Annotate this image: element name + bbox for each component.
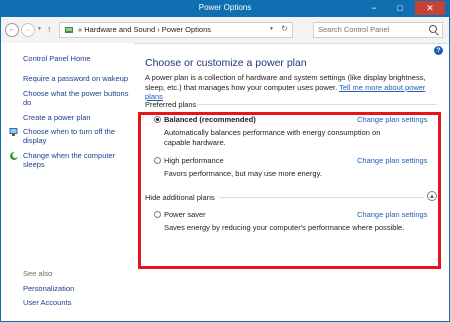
page-title: Choose or customize a power plan	[145, 57, 307, 69]
preferred-plans-heading: Preferred plans	[145, 100, 197, 109]
control-panel-icon	[65, 27, 73, 33]
sleep-moon-icon	[10, 152, 19, 160]
sidebar-item-display-off[interactable]: Choose when to turn off the display	[23, 127, 131, 145]
address-toolbar: ← → ▼ ↑ « Hardware and Sound › Power Opt…	[1, 17, 449, 44]
forward-button[interactable]: →	[21, 23, 35, 37]
display-shield-icon	[9, 128, 18, 136]
plan-desc-balanced: Automatically balances performance with …	[164, 128, 381, 147]
section-divider	[219, 197, 424, 198]
search-input[interactable]	[316, 24, 424, 35]
plan-radio-high-performance[interactable]	[154, 157, 161, 164]
search-icon[interactable]	[429, 25, 437, 33]
plan-radio-balanced[interactable]	[154, 116, 161, 123]
plan-radio-power-saver[interactable]	[154, 211, 161, 218]
see-also-heading: See also	[23, 269, 53, 278]
change-plan-settings-power-saver[interactable]: Change plan settings	[357, 210, 427, 219]
address-bar[interactable]: « Hardware and Sound › Power Options ▼ ↻	[59, 22, 293, 38]
sidebar-item-require-password[interactable]: Require a password on wakeup	[23, 74, 128, 83]
plan-name-balanced[interactable]: Balanced (recommended)	[164, 115, 256, 124]
back-button[interactable]: ←	[5, 23, 19, 37]
sidebar-control-panel-home[interactable]: Control Panel Home	[23, 54, 91, 63]
power-options-window: Power Options − □ ✕ ← → ▼ ↑ « Hardware a…	[0, 0, 450, 322]
sidebar-item-power-buttons[interactable]: Choose what the power buttons do	[23, 89, 131, 107]
plan-name-power-saver[interactable]: Power saver	[164, 210, 206, 219]
maximize-button[interactable]: □	[389, 1, 411, 15]
breadcrumb[interactable]: « Hardware and Sound › Power Options	[78, 25, 211, 34]
help-icon[interactable]: ?	[434, 46, 443, 55]
sidebar: Control Panel Home Require a password on…	[1, 43, 134, 321]
search-box[interactable]	[313, 22, 443, 38]
section-divider	[197, 104, 437, 105]
up-button[interactable]: ↑	[47, 24, 52, 34]
plan-desc-high-performance: Favors performance, but may use more ene…	[164, 169, 322, 178]
plan-name-high-performance[interactable]: High performance	[164, 156, 224, 165]
hide-additional-plans-heading: Hide additional plans	[145, 193, 215, 202]
see-also-user-accounts[interactable]: User Accounts	[23, 298, 71, 307]
change-plan-settings-balanced[interactable]: Change plan settings	[357, 115, 427, 124]
sidebar-item-computer-sleeps[interactable]: Change when the computer sleeps	[23, 151, 131, 169]
close-button[interactable]: ✕	[415, 1, 445, 15]
title-bar[interactable]: Power Options − □ ✕	[1, 1, 449, 17]
change-plan-settings-high-performance[interactable]: Change plan settings	[357, 156, 427, 165]
refresh-button[interactable]: ↻	[281, 24, 288, 33]
minimize-button[interactable]: −	[363, 1, 385, 15]
plan-desc-power-saver: Saves energy by reducing your computer's…	[164, 223, 405, 232]
sidebar-item-create-plan[interactable]: Create a power plan	[23, 113, 91, 122]
see-also-personalization[interactable]: Personalization	[23, 284, 74, 293]
recent-locations-chevron-icon[interactable]: ▼	[37, 26, 42, 32]
collapse-chevron-up-icon[interactable]: ▲	[427, 191, 437, 201]
address-dropdown-chevron-icon[interactable]: ▼	[269, 26, 274, 32]
intro-text: A power plan is a collection of hardware…	[145, 73, 445, 102]
